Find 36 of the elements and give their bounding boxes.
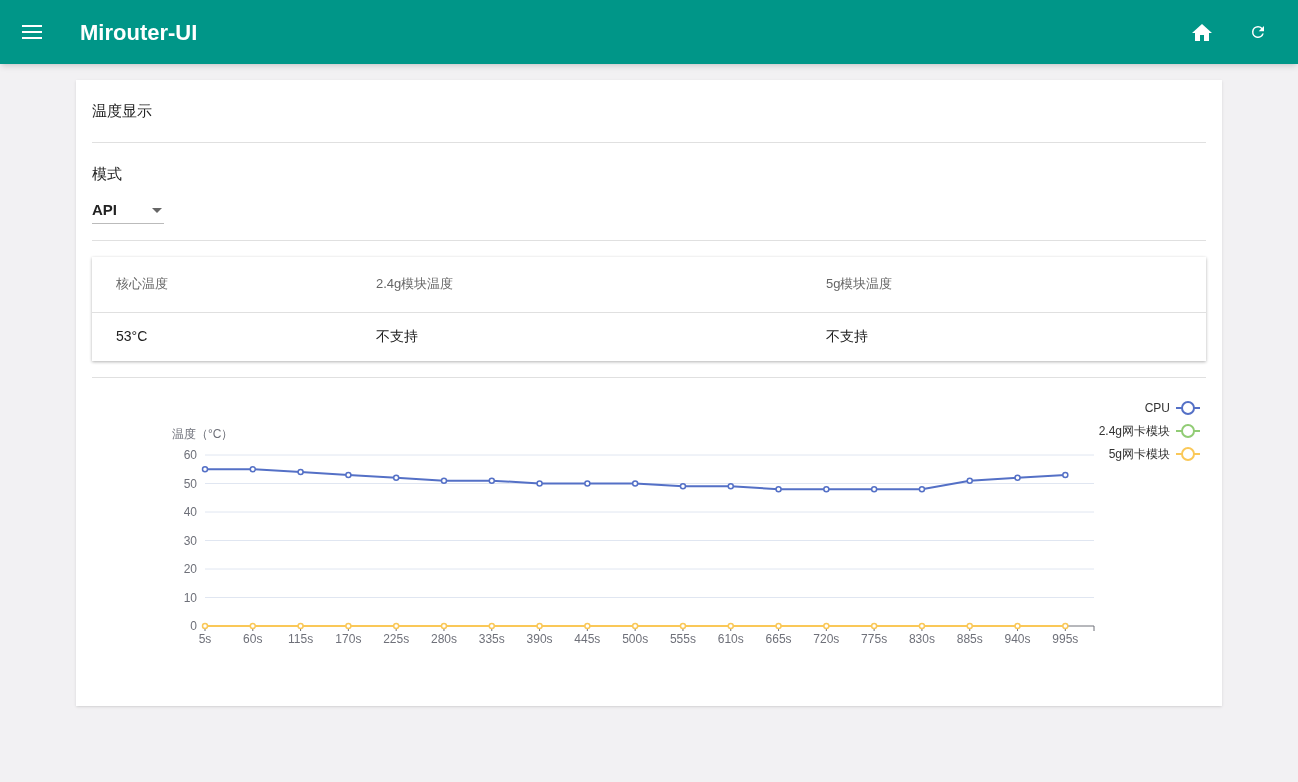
y-tick-label: 60 <box>183 447 197 462</box>
x-tick-label: 115s <box>288 631 314 646</box>
y-tick-label: 0 <box>190 618 197 633</box>
x-tick-label: 940s <box>1004 631 1031 646</box>
y-tick-label: 30 <box>183 533 197 547</box>
x-tick-label: 555s <box>669 631 696 646</box>
y-tick-label: 50 <box>183 476 197 490</box>
x-tick-label: 995s <box>1052 631 1079 646</box>
x-tick-label: 335s <box>478 631 505 646</box>
x-tick-label: 5s <box>198 631 212 646</box>
column-header: 2.4g模块温度 <box>376 276 454 292</box>
y-tick-label: 10 <box>183 590 197 604</box>
x-tick-label: 720s <box>813 631 840 646</box>
x-tick-label: 500s <box>622 631 649 646</box>
x-tick-label: 280s <box>430 631 457 646</box>
x-tick-label: 665s <box>765 631 792 646</box>
x-tick-label: 445s <box>574 631 601 646</box>
x-tick-label: 830s <box>908 631 935 646</box>
column-header: 5g模块温度 <box>826 276 893 292</box>
card-title: 温度显示 <box>92 80 1206 143</box>
x-tick-label: 610s <box>717 631 744 646</box>
x-tick-label: 170s <box>335 631 362 646</box>
x-tick-label: 885s <box>956 631 983 646</box>
x-tick-label: 225s <box>383 631 410 646</box>
y-tick-label: 40 <box>183 504 197 519</box>
x-tick-label: 390s <box>526 631 553 646</box>
y-axis-title: 温度（°C） <box>172 426 234 441</box>
x-tick-label: 775s <box>861 631 888 646</box>
table-cell: 53°C <box>116 328 148 344</box>
y-tick-label: 20 <box>183 561 197 576</box>
field-label: 模式 <box>92 164 123 184</box>
x-tick-label: 60s <box>243 631 263 646</box>
app-title: Mirouter-UI <box>80 18 198 47</box>
table-cell: 不支持 <box>826 328 868 344</box>
table-cell: 不支持 <box>376 328 418 344</box>
column-header: 核心温度 <box>116 276 168 292</box>
